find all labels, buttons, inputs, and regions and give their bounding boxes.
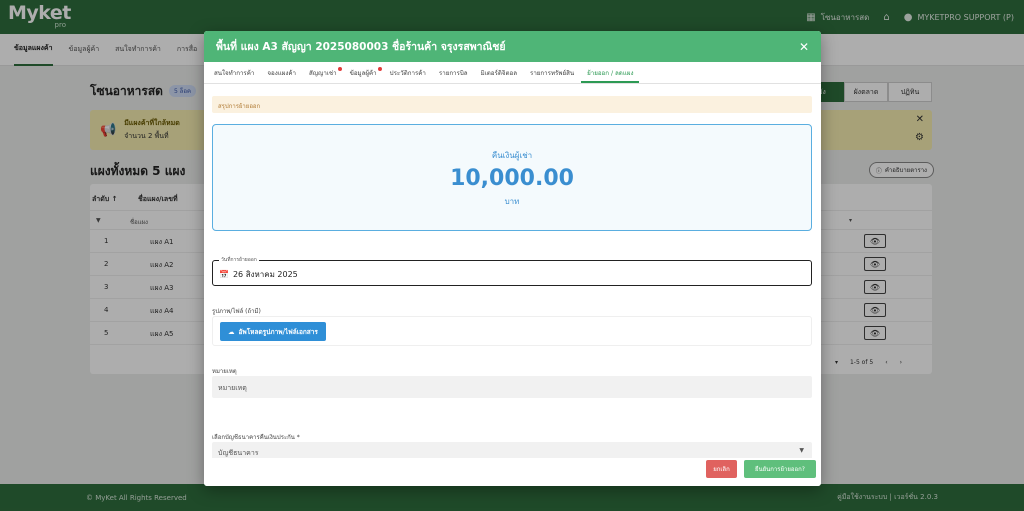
tab-label: รายการทรัพย์สิน — [530, 70, 575, 77]
upload-zone: ☁ อัพโหลดรูปภาพ/ไฟล์เอกสาร — [212, 316, 812, 346]
dialog-header: พื้นที่ แผง A3 สัญญา 2025080003 ชื่อร้าน… — [204, 31, 821, 62]
tab-vendor-info[interactable]: ข้อมูลผู้ค้า — [344, 67, 383, 83]
date-value: 📅 26 สิงหาคม 2025 — [219, 268, 298, 281]
tab-label: ข้อมูลผู้ค้า — [349, 70, 377, 77]
refund-summary-card: คืนเงินผู้เช่า 10,000.00 บาท — [212, 124, 812, 231]
tab-digital-meter[interactable]: มิเตอร์ดิจิตอล — [475, 68, 523, 83]
upload-button-label: อัพโหลดรูปภาพ/ไฟล์เอกสาร — [238, 327, 318, 336]
cloud-upload-icon: ☁ — [228, 327, 235, 336]
move-out-date-field[interactable]: วันที่การย้ายออก 📅 26 สิงหาคม 2025 — [212, 256, 812, 286]
refund-unit: บาท — [504, 197, 520, 206]
tab-interest[interactable]: สนใจทำการค้า — [208, 68, 260, 83]
dialog-footer: ยกเลิก ยืนยันการย้ายออก? — [204, 458, 821, 486]
date-field-label: วันที่การย้ายออก — [219, 256, 259, 264]
refund-label: คืนเงินผู้เช่า — [491, 151, 533, 160]
bank-select-placeholder: บัญชีธนาคาร — [218, 449, 259, 457]
dialog-tabs: สนใจทำการค้า จองแผงค้า สัญญาเช่า ข้อมูลผ… — [204, 62, 821, 84]
tab-trade-history[interactable]: ประวัติการค้า — [384, 68, 432, 83]
notification-dot — [377, 67, 382, 71]
tab-bills[interactable]: รายการบิล — [433, 68, 474, 83]
dialog-title: พื้นที่ แผง A3 สัญญา 2025080003 ชื่อร้าน… — [216, 41, 506, 53]
note-input[interactable]: หมายเหตุ — [212, 376, 812, 398]
tab-label: ประวัติการค้า — [389, 70, 426, 77]
cancel-button[interactable]: ยกเลิก — [706, 460, 737, 478]
notification-dot — [337, 67, 342, 71]
close-icon[interactable]: ✕ — [799, 40, 809, 54]
tab-label: รายการบิล — [438, 70, 468, 77]
move-out-summary-bar: สรุปการย้ายออก — [212, 96, 812, 113]
tab-label: ย้ายออก / ลดแผง — [587, 70, 634, 77]
upload-label: รูปภาพ/ไฟล์ (ถ้ามี) — [212, 308, 261, 315]
upload-button[interactable]: ☁ อัพโหลดรูปภาพ/ไฟล์เอกสาร — [220, 322, 326, 341]
date-text: 26 สิงหาคม 2025 — [232, 270, 298, 279]
tab-label: สนใจทำการค้า — [214, 70, 255, 77]
refund-amount: 10,000.00 — [450, 166, 574, 191]
tab-label: จองแผงค้า — [267, 70, 296, 77]
bank-label: เลือกบัญชีธนาคารคืนเงินประกัน * — [212, 434, 300, 441]
tab-booking[interactable]: จองแผงค้า — [261, 68, 302, 83]
tab-label: สัญญาเช่า — [309, 70, 337, 77]
tab-assets[interactable]: รายการทรัพย์สิน — [524, 68, 580, 83]
move-out-dialog: พื้นที่ แผง A3 สัญญา 2025080003 ชื่อร้าน… — [204, 31, 821, 486]
calendar-icon: 📅 — [219, 270, 229, 279]
dialog-body: สรุปการย้ายออก คืนเงินผู้เช่า 10,000.00 … — [212, 94, 812, 462]
note-label: หมายเหตุ — [212, 368, 237, 375]
chevron-down-icon: ▼ — [799, 447, 804, 454]
confirm-move-out-button[interactable]: ยืนยันการย้ายออก? — [744, 460, 816, 478]
tab-label: มิเตอร์ดิจิตอล — [480, 70, 517, 77]
tab-contract[interactable]: สัญญาเช่า — [303, 67, 343, 83]
tab-move-out[interactable]: ย้ายออก / ลดแผง — [581, 68, 640, 83]
